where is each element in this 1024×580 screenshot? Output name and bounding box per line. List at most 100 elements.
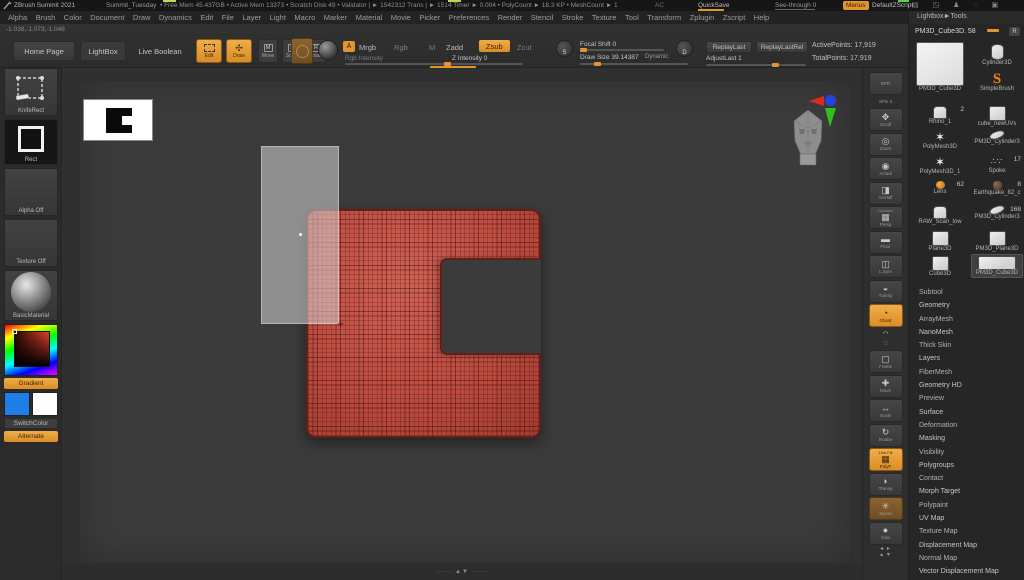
current-tool-thumbnail[interactable]: PM3D_Cube3D [914, 42, 966, 92]
menu-zplugin[interactable]: Zplugin [690, 13, 715, 22]
actual-button[interactable]: ◉Actual [869, 157, 903, 180]
bpr-button[interactable]: BPR [869, 72, 903, 95]
section-visibility[interactable]: Visibility [909, 446, 1024, 459]
menu-transform[interactable]: Transform [647, 13, 681, 22]
quicksave-button[interactable]: QuickSave [698, 2, 729, 9]
selection-rectangle[interactable] [261, 146, 339, 324]
section-arraymesh[interactable]: ArrayMesh [909, 313, 1024, 326]
aahalf-button[interactable]: ◨AAHalf [869, 182, 903, 205]
gradient-button[interactable]: Gradient [4, 378, 58, 389]
spix-slider[interactable]: SPix 3 [869, 97, 903, 107]
menu-color[interactable]: Color [64, 13, 82, 22]
alpha-selector[interactable]: Alpha Off [4, 168, 58, 216]
menu-marker[interactable]: Marker [324, 13, 347, 22]
dynamic-toggle[interactable]: Dynamic [645, 54, 668, 60]
tool-item[interactable]: 62 Lens [914, 181, 966, 195]
section-morph-target[interactable]: Morph Target [909, 485, 1024, 498]
tool-header-slider[interactable] [987, 29, 999, 32]
menu-preferences[interactable]: Preferences [449, 13, 489, 22]
menu-help[interactable]: Help [754, 13, 769, 22]
scroll-button[interactable]: ✥Scroll [869, 108, 903, 131]
section-geometry-hd[interactable]: Geometry HD [909, 379, 1024, 392]
section-contact[interactable]: Contact [909, 472, 1024, 485]
tool-item[interactable]: PM3D_Plane3D [971, 231, 1023, 252]
transp-button[interactable]: ◒Transp [869, 280, 903, 303]
nav-pad[interactable]: ◂ ▸▴ ▾ [880, 546, 891, 558]
rotate-nav-button[interactable]: ↻Rotate [869, 424, 903, 447]
tool-item[interactable]: RAW_Scan_low [914, 206, 966, 225]
section-normal-map[interactable]: Normal Map [909, 552, 1024, 565]
brush-selector[interactable]: KnifeRect [4, 68, 58, 116]
section-layers[interactable]: Layers [909, 352, 1024, 365]
adjust-last-slider[interactable]: AdjustLast 1 [706, 55, 742, 62]
adjust-last-track[interactable] [706, 64, 806, 66]
zsub-toggle[interactable]: Zsub [479, 40, 510, 52]
rgb-intensity-track[interactable] [345, 63, 523, 65]
section-deformation[interactable]: Deformation [909, 419, 1024, 432]
transp-lower-button[interactable]: ◗Transp [869, 473, 903, 496]
switch-color-button[interactable]: SwitchColor [4, 418, 58, 429]
draw-size-slider[interactable]: Draw Size 39.14387 [580, 54, 639, 61]
section-uv-map[interactable]: UV Map [909, 512, 1024, 525]
tool-item[interactable]: PM3D_Cylinder3 [971, 131, 1023, 145]
menu-light[interactable]: Light [270, 13, 286, 22]
solo-button[interactable]: ●Solo [869, 522, 903, 545]
stroke-d-picker[interactable]: D [676, 40, 693, 57]
focal-shift-track[interactable] [580, 49, 664, 51]
color-a-chip[interactable]: A [343, 41, 355, 52]
menu-document[interactable]: Document [90, 13, 124, 22]
menu-layer[interactable]: Layer [242, 13, 261, 22]
draw-size-handle[interactable] [594, 62, 601, 66]
move-nav-button[interactable]: ✚Move [869, 375, 903, 398]
titlebar-icons[interactable]: ▤ ◳ ♟ ◌ ▣ [912, 1, 1004, 9]
tool-item[interactable]: S SimpleBrush [971, 72, 1023, 92]
section-surface[interactable]: Surface [909, 406, 1024, 419]
section-displacement-map[interactable]: Displacement Map [909, 539, 1024, 552]
polyframe-button[interactable]: Line Fill▦PolyF [869, 448, 903, 471]
section-geometry[interactable]: Geometry [909, 299, 1024, 312]
section-texture-map[interactable]: Texture Map [909, 525, 1024, 538]
secondary-color-swatch[interactable] [32, 392, 58, 416]
draw-mode-button[interactable]: ✣Draw [226, 39, 252, 63]
section-masking[interactable]: Masking [909, 432, 1024, 445]
section-polypaint[interactable]: Polypaint [909, 499, 1024, 512]
default-zscript-button[interactable]: DefaultZScript [872, 2, 913, 9]
zoom-button[interactable]: ◎Zoom [869, 133, 903, 156]
menu-material[interactable]: Material [356, 13, 383, 22]
menu-macro[interactable]: Macro [294, 13, 315, 22]
persp-button[interactable]: Dynamic▦Persp [869, 206, 903, 229]
m-toggle[interactable]: M [429, 43, 435, 52]
tool-item[interactable]: Plane3D [914, 231, 966, 252]
divider-arrows[interactable]: ▲▼ [455, 569, 469, 575]
menu-picker[interactable]: Picker [419, 13, 440, 22]
menu-tool[interactable]: Tool [625, 13, 639, 22]
menu-texture[interactable]: Texture [592, 13, 617, 22]
menu-render[interactable]: Render [498, 13, 523, 22]
tool-item[interactable]: cube_newUVs [971, 106, 1023, 127]
color-picker[interactable] [4, 324, 58, 376]
live-boolean-button[interactable]: Live Boolean [131, 41, 189, 61]
replay-last-rel-button[interactable]: ReplayLastRel [756, 41, 808, 53]
menu-zscript[interactable]: Zscript [723, 13, 746, 22]
alternate-button[interactable]: Alternate [4, 431, 58, 442]
menu-movie[interactable]: Movie [391, 13, 411, 22]
menus-button[interactable]: Menus [843, 1, 869, 10]
menu-draw[interactable]: Draw [133, 13, 151, 22]
material-selector[interactable]: BasicMaterial [4, 270, 58, 321]
ghost-button[interactable]: ◔Ghost [869, 304, 903, 327]
section-preview[interactable]: Preview [909, 392, 1024, 405]
stroke-s-picker[interactable]: S [556, 40, 573, 57]
zcut-toggle[interactable]: Zcut [517, 43, 532, 52]
lightbox-tools-breadcrumb[interactable]: Lightbox►Tools [908, 11, 1024, 24]
r-button[interactable]: R [1009, 27, 1020, 36]
mrgb-toggle[interactable]: Mrgb [359, 43, 376, 52]
misc-shelf-icons[interactable]: ◠◌ [869, 329, 903, 349]
current-brush-button[interactable] [291, 38, 313, 64]
menu-alpha[interactable]: Alpha [8, 13, 27, 22]
adjust-last-handle[interactable] [772, 63, 779, 67]
menu-dynamics[interactable]: Dynamics [159, 13, 192, 22]
frame-button[interactable]: ▢Frame [869, 350, 903, 373]
lsym-button[interactable]: ◫L.Sym [869, 255, 903, 278]
saturation-value-square[interactable] [14, 331, 50, 367]
scale-nav-button[interactable]: ↔Scale [869, 399, 903, 422]
